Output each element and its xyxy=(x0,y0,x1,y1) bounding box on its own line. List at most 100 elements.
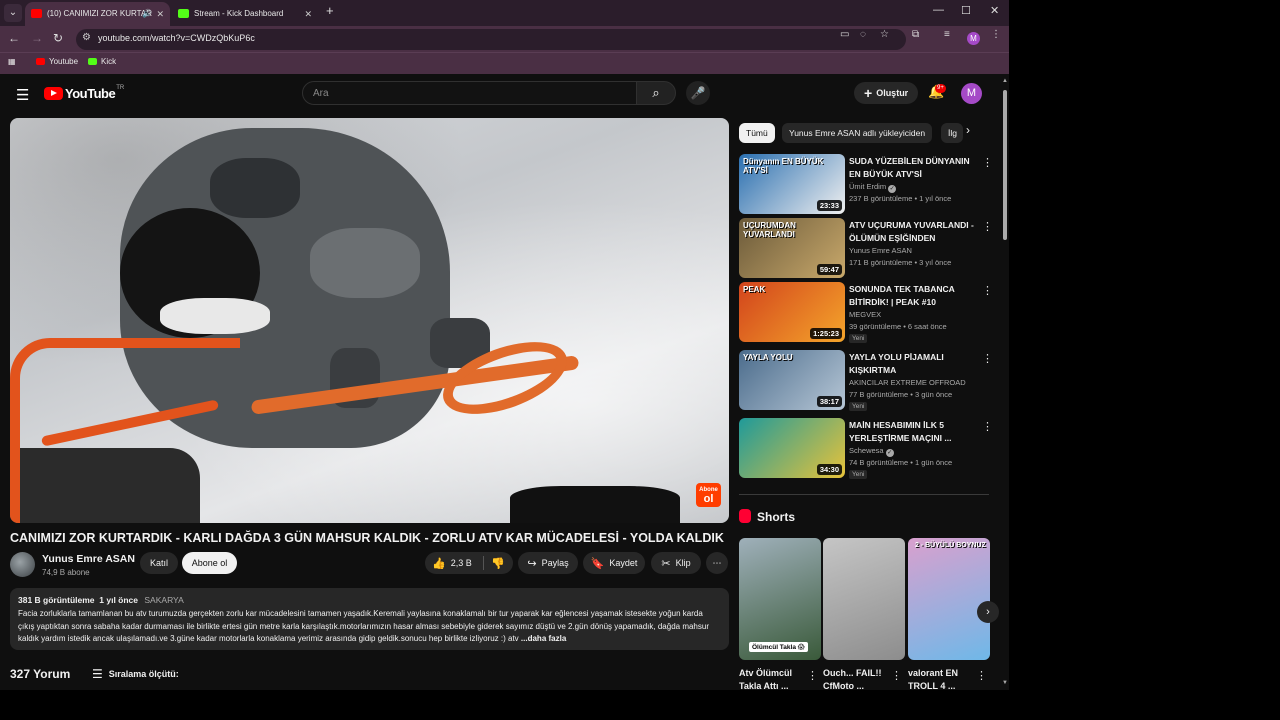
forward-arrow-icon[interactable]: → xyxy=(31,31,43,45)
short-thumbnail[interactable] xyxy=(823,538,905,660)
short-title[interactable]: Ouch... FAIL!! CfMoto ... xyxy=(823,667,893,690)
sort-comments-button[interactable]: ☰ Sıralama ölçütü: xyxy=(92,667,179,681)
more-vertical-icon[interactable]: ⋮ xyxy=(982,156,993,169)
recommendation-item[interactable]: 34:30 MAİN HESABIMIN İLK 5 YERLEŞTİRME MA… xyxy=(739,418,999,479)
channel-name[interactable]: Yunus Emre ASAN xyxy=(42,553,135,565)
more-vertical-icon[interactable]: ⋮ xyxy=(976,669,987,682)
profile-avatar[interactable]: M xyxy=(967,32,980,45)
search-button[interactable]: ⌕ xyxy=(636,81,676,105)
short-title[interactable]: valorant EN TROLL 4 ... xyxy=(908,667,978,690)
bookmark-youtube[interactable]: Youtube xyxy=(36,57,78,66)
create-button[interactable]: + Oluştur xyxy=(854,82,918,104)
recommendation-title[interactable]: MAİN HESABIMIN İLK 5 YERLEŞTİRME MAÇINI … xyxy=(849,419,977,444)
short-thumbnail[interactable]: Ölümcül Takla 😱 xyxy=(739,538,821,660)
more-vertical-icon[interactable]: ⋮ xyxy=(807,669,818,682)
video-thumbnail[interactable]: YAYLA YOLU 38:17 xyxy=(739,350,845,410)
recommendation-item[interactable]: PEAK 1:25:23 SONUNDA TEK TABANCA BİTİRDİK!… xyxy=(739,282,999,343)
site-info-icon[interactable]: ⚙ xyxy=(82,32,91,43)
reload-icon[interactable]: ↻ xyxy=(53,31,63,45)
tab-kick[interactable]: Stream - Kick Dashboard ✕ xyxy=(172,2,318,26)
youtube-logo[interactable]: YouTube TR xyxy=(44,85,124,101)
short-title[interactable]: Atv Ölümcül Takla Attı ... xyxy=(739,667,809,690)
more-vertical-icon[interactable]: ⋮ xyxy=(982,420,993,433)
like-button[interactable]: 👍 2,3 B xyxy=(432,558,472,570)
short-thumbnail[interactable]: 2 - BÜYÜLÜ BOYNUZ xyxy=(908,538,990,660)
description-meta: 381 B görüntüleme 1 yıl önce SAKARYA xyxy=(18,595,721,605)
chip-all[interactable]: Tümü xyxy=(739,123,775,143)
new-tab-button[interactable]: + xyxy=(326,3,334,18)
save-button[interactable]: 🔖 Kaydet xyxy=(583,552,645,574)
maximize-icon[interactable]: ☐ xyxy=(961,4,971,17)
sort-icon: ☰ xyxy=(92,667,103,681)
close-tab-icon[interactable]: ✕ xyxy=(156,2,164,26)
chip-from-uploader[interactable]: Yunus Emre ASAN adlı yükleyiciden xyxy=(782,123,933,143)
chip-related[interactable]: İlg xyxy=(941,123,963,143)
minimize-icon[interactable]: — xyxy=(933,4,944,16)
media-control-icon[interactable]: ≡ xyxy=(944,29,950,40)
youtube-header: ☰ YouTube TR ⌕ 🎤 +Oluştur 🔔 9+ M xyxy=(0,74,1001,112)
recommendation-channel[interactable]: Ümit Erdim ✓ xyxy=(849,182,897,193)
speaker-icon[interactable]: 🔊 xyxy=(142,2,152,26)
subscribe-button[interactable]: Abone ol xyxy=(182,552,237,574)
description-box[interactable]: 381 B görüntüleme 1 yıl önce SAKARYA Fac… xyxy=(10,588,729,650)
search-input[interactable] xyxy=(303,82,636,104)
recommendation-channel[interactable]: AKINCILAR EXTREME OFFROAD xyxy=(849,378,966,387)
recommendation-title[interactable]: SONUNDA TEK TABANCA BİTİRDİK! | PEAK #10 xyxy=(849,283,977,308)
close-tab-icon[interactable]: ✕ xyxy=(304,2,312,26)
share-label: Paylaş xyxy=(541,558,569,568)
more-vertical-icon[interactable]: ⋮ xyxy=(891,669,902,682)
scroll-down-icon[interactable]: ▼ xyxy=(1002,680,1008,686)
channel-avatar[interactable] xyxy=(10,552,35,577)
tab-youtube[interactable]: (10) CANIMIZI ZOR KURTAR 🔊 ✕ xyxy=(25,2,170,26)
close-window-icon[interactable]: ✕ xyxy=(990,4,999,17)
recommendation-meta: 237 B görüntüleme • 1 yıl önce xyxy=(849,194,952,203)
like-count: 2,3 B xyxy=(450,558,472,568)
more-vertical-icon[interactable]: ⋮ xyxy=(982,220,993,233)
recommendation-item[interactable]: YAYLA YOLU 38:17 YAYLA YOLU PİJAMALI KIŞKI… xyxy=(739,350,999,411)
recommendation-title[interactable]: ATV UÇURUMA YUVARLANDI - ÖLÜMÜN EŞİĞİNDE… xyxy=(849,219,977,245)
recommendation-channel[interactable]: MEGVEX xyxy=(849,310,881,319)
voice-search-button[interactable]: 🎤 xyxy=(686,81,710,105)
scroll-up-icon[interactable]: ▲ xyxy=(1002,78,1008,84)
more-vertical-icon[interactable]: ⋮ xyxy=(982,352,993,365)
video-thumbnail[interactable]: PEAK 1:25:23 xyxy=(739,282,845,342)
recommendation-title[interactable]: YAYLA YOLU PİJAMALI KIŞKIRTMA #akıncılar… xyxy=(849,351,977,377)
page-scrollbar[interactable]: ▲ ▼ xyxy=(1001,74,1009,690)
bookmark-kick[interactable]: Kick xyxy=(88,57,116,66)
show-more-link[interactable]: ...daha fazla xyxy=(521,634,566,643)
shorts-next-button[interactable]: › xyxy=(977,601,999,623)
clip-button[interactable]: ✂ Klip xyxy=(651,552,701,574)
dislike-button[interactable]: 👎 xyxy=(491,552,510,575)
video-thumbnail[interactable]: UÇURUMDAN YUVARLANDI 59:47 xyxy=(739,218,845,278)
hamburger-menu-icon[interactable]: ☰ xyxy=(16,86,29,104)
account-avatar[interactable]: M xyxy=(961,83,982,104)
chevron-right-icon[interactable]: › xyxy=(966,123,970,137)
extensions-icon[interactable]: ⧉ xyxy=(912,29,919,40)
recommendation-title[interactable]: SUDA YÜZEBİLEN DÜNYANIN EN BÜYÜK ATV'Sİ xyxy=(849,155,977,180)
youtube-play-icon xyxy=(44,87,63,100)
recommendation-channel[interactable]: Schewesa ✓ xyxy=(849,446,894,457)
video-thumbnail[interactable]: Dünyanın EN BÜYÜK ATV'Sİ 23:33 xyxy=(739,154,845,214)
subscribe-watermark[interactable]: Abone ol xyxy=(696,483,721,507)
scrollbar-thumb[interactable] xyxy=(1003,90,1007,240)
video-thumbnail[interactable]: 34:30 xyxy=(739,418,845,478)
address-bar[interactable]: ⚙ youtube.com/watch?v=CWDzQbKuP6c xyxy=(76,29,906,50)
sort-label: Sıralama ölçütü: xyxy=(108,669,179,679)
video-player[interactable]: Abone ol xyxy=(10,118,729,523)
cast-icon[interactable]: ▭ xyxy=(840,29,849,40)
more-vertical-icon[interactable]: ⋮ xyxy=(982,284,993,297)
shorts-icon xyxy=(739,509,751,523)
back-arrow-icon[interactable]: ← xyxy=(8,31,20,45)
recommendation-item[interactable]: UÇURUMDAN YUVARLANDI 59:47 ATV UÇURUMA YUV… xyxy=(739,218,999,278)
recommendation-item[interactable]: Dünyanın EN BÜYÜK ATV'Sİ 23:33 SUDA YÜZEBİ… xyxy=(739,154,999,214)
eye-off-icon[interactable]: ◌ xyxy=(860,29,866,40)
bookmark-label: Youtube xyxy=(49,57,79,66)
tab-search-button[interactable]: ⌄ xyxy=(4,4,22,22)
more-actions-button[interactable]: ⋯ xyxy=(706,552,728,574)
browser-menu-icon[interactable]: ⋮ xyxy=(991,29,1001,40)
bookmark-star-icon[interactable]: ☆ xyxy=(880,29,889,40)
share-button[interactable]: ↪ Paylaş xyxy=(518,552,578,574)
apps-grid-icon[interactable]: ▦ xyxy=(8,57,16,66)
join-button[interactable]: Katıl xyxy=(140,552,178,574)
recommendation-channel[interactable]: Yunus Emre ASAN xyxy=(849,246,912,255)
